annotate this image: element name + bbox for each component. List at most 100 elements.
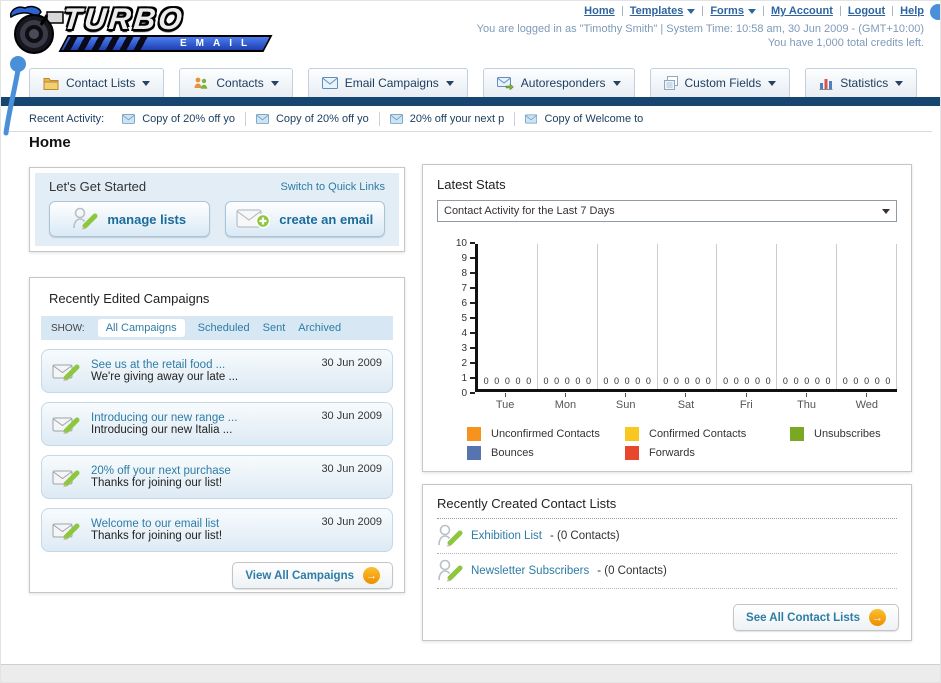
x-tick-label: Thu <box>797 399 817 411</box>
chart-day-column: 00000 <box>478 244 538 389</box>
separator <box>514 111 516 126</box>
arrow-right-icon: → <box>869 609 886 626</box>
filter-archived[interactable]: Archived <box>298 322 341 334</box>
recent-activity-item[interactable]: Copy of Welcome to <box>525 113 643 125</box>
value-label: 0 <box>684 376 690 386</box>
y-tick-label: 3 <box>461 342 467 354</box>
separator <box>621 6 623 16</box>
value-label: 0 <box>695 376 701 386</box>
nav-templates-link[interactable]: Templates <box>630 5 696 17</box>
create-email-button[interactable]: create an email <box>224 201 385 237</box>
chevron-down-icon <box>768 80 777 86</box>
filter-scheduled[interactable]: Scheduled <box>198 322 250 334</box>
legend-swatch <box>467 446 481 460</box>
create-email-label: create an email <box>279 211 374 227</box>
tab-statistics[interactable]: Statistics <box>805 68 918 97</box>
envelope-pencil-icon <box>52 470 80 487</box>
logo-email-banner: EMAIL <box>58 35 273 52</box>
envelope-icon <box>321 77 338 89</box>
recent-activity-item[interactable]: Copy of 20% off yo <box>122 113 235 125</box>
y-tick-label: 4 <box>461 327 467 339</box>
campaign-title-link[interactable]: See us at the retail food ... <box>91 359 312 371</box>
contact-list-link[interactable]: Exhibition List <box>471 530 542 542</box>
value-label: 0 <box>782 376 788 386</box>
campaign-subtitle: Introducing our new Italia ... <box>91 424 233 436</box>
value-label: 0 <box>705 376 711 386</box>
nav-my-account-link[interactable]: My Account <box>771 5 833 17</box>
latest-stats-panel: Latest Stats Contact Activity for the La… <box>422 164 912 472</box>
envelope-icon <box>122 113 136 124</box>
legend-label: Confirmed Contacts <box>649 428 747 440</box>
contact-lists-panel: Recently Created Contact Lists Exhibitio… <box>422 484 912 641</box>
get-started-panel: Let's Get Started Switch to Quick Links … <box>29 167 405 252</box>
stats-period-value: Contact Activity for the Last 7 Days <box>444 205 615 217</box>
person-pencil-icon <box>438 524 463 547</box>
logo-stripes <box>63 37 149 50</box>
chevron-down-icon <box>142 80 151 86</box>
x-tick-label: Tue <box>495 399 515 411</box>
value-label: 0 <box>765 376 771 386</box>
value-labels: 00000 <box>538 376 597 386</box>
tab-autoresponders-label: Autoresponders <box>520 76 606 90</box>
filter-sent[interactable]: Sent <box>263 322 286 334</box>
value-label: 0 <box>635 376 641 386</box>
tab-statistics-label: Statistics <box>840 76 889 90</box>
value-label: 0 <box>744 376 750 386</box>
nav-help-link[interactable]: Help <box>900 5 924 17</box>
header-divider-bar <box>1 97 940 106</box>
nav-help-label: Help <box>900 5 924 17</box>
view-all-campaigns-button[interactable]: View All Campaigns → <box>232 562 393 589</box>
envelope-pencil-icon <box>52 364 80 381</box>
nav-logout-link[interactable]: Logout <box>848 5 885 17</box>
value-label: 0 <box>526 376 532 386</box>
nav-templates-label: Templates <box>629 5 684 17</box>
contact-list-info: - (0 Contacts) <box>597 565 667 577</box>
autoresponder-icon <box>496 76 514 90</box>
campaign-title-link[interactable]: Introducing our new range ... <box>91 412 312 424</box>
chart-day-column: 00000 <box>598 244 658 389</box>
y-tick: 6 <box>449 298 475 309</box>
campaign-title-link[interactable]: Welcome to our email list <box>91 518 312 530</box>
annotation-dot <box>930 4 940 20</box>
nav-forms-link[interactable]: Forms <box>710 5 756 17</box>
switch-quick-links-link[interactable]: Switch to Quick Links <box>280 181 385 193</box>
campaign-text: See us at the retail food ... We're givi… <box>91 359 312 383</box>
top-nav: Home Templates Forms My Account Logout H… <box>584 5 924 17</box>
filter-all-campaigns[interactable]: All Campaigns <box>97 319 185 337</box>
value-label: 0 <box>586 376 592 386</box>
y-tick: 9 <box>449 252 475 264</box>
arrow-right-icon: → <box>363 567 380 584</box>
campaign-date: 30 Jun 2009 <box>321 516 382 528</box>
value-labels: 00000 <box>717 376 776 386</box>
page-title: Home <box>29 134 71 151</box>
recent-campaigns-title: Recently Edited Campaigns <box>49 291 210 306</box>
stats-period-select[interactable]: Contact Activity for the Last 7 Days <box>437 200 897 222</box>
campaign-title-link[interactable]: 20% off your next purchase <box>91 465 312 477</box>
tab-contact-lists[interactable]: Contact Lists <box>29 68 165 97</box>
x-tick: Wed <box>837 393 897 411</box>
recent-activity-item[interactable]: Copy of 20% off yo <box>255 113 369 125</box>
nav-home-link[interactable]: Home <box>584 5 615 17</box>
legend-swatch <box>625 427 639 441</box>
legend-label: Forwards <box>649 447 695 459</box>
campaign-date: 30 Jun 2009 <box>321 410 382 422</box>
contact-list-link[interactable]: Newsletter Subscribers <box>471 565 589 577</box>
tab-autoresponders[interactable]: Autoresponders <box>482 68 635 97</box>
see-all-contact-lists-button[interactable]: See All Contact Lists → <box>733 604 899 631</box>
tab-email-campaigns[interactable]: Email Campaigns <box>307 68 468 97</box>
x-tick-mark <box>745 393 747 397</box>
contact-list-info: - (0 Contacts) <box>549 530 620 542</box>
chevron-down-icon <box>687 8 696 14</box>
y-tick-label: 9 <box>461 252 467 264</box>
recent-activity-item[interactable]: 20% off your next p <box>389 113 504 125</box>
tab-contacts[interactable]: Contacts <box>179 68 293 97</box>
tab-custom-fields[interactable]: Custom Fields <box>649 68 791 97</box>
tab-custom-fields-label: Custom Fields <box>684 76 762 90</box>
chevron-down-icon <box>895 80 904 86</box>
x-tick: Tue <box>475 393 535 411</box>
chart-day-column: 00000 <box>837 244 898 389</box>
envelope-icon <box>525 113 538 124</box>
x-tick-mark <box>866 393 868 397</box>
show-label: SHOW: <box>51 322 85 334</box>
manage-lists-button[interactable]: manage lists <box>49 201 210 237</box>
